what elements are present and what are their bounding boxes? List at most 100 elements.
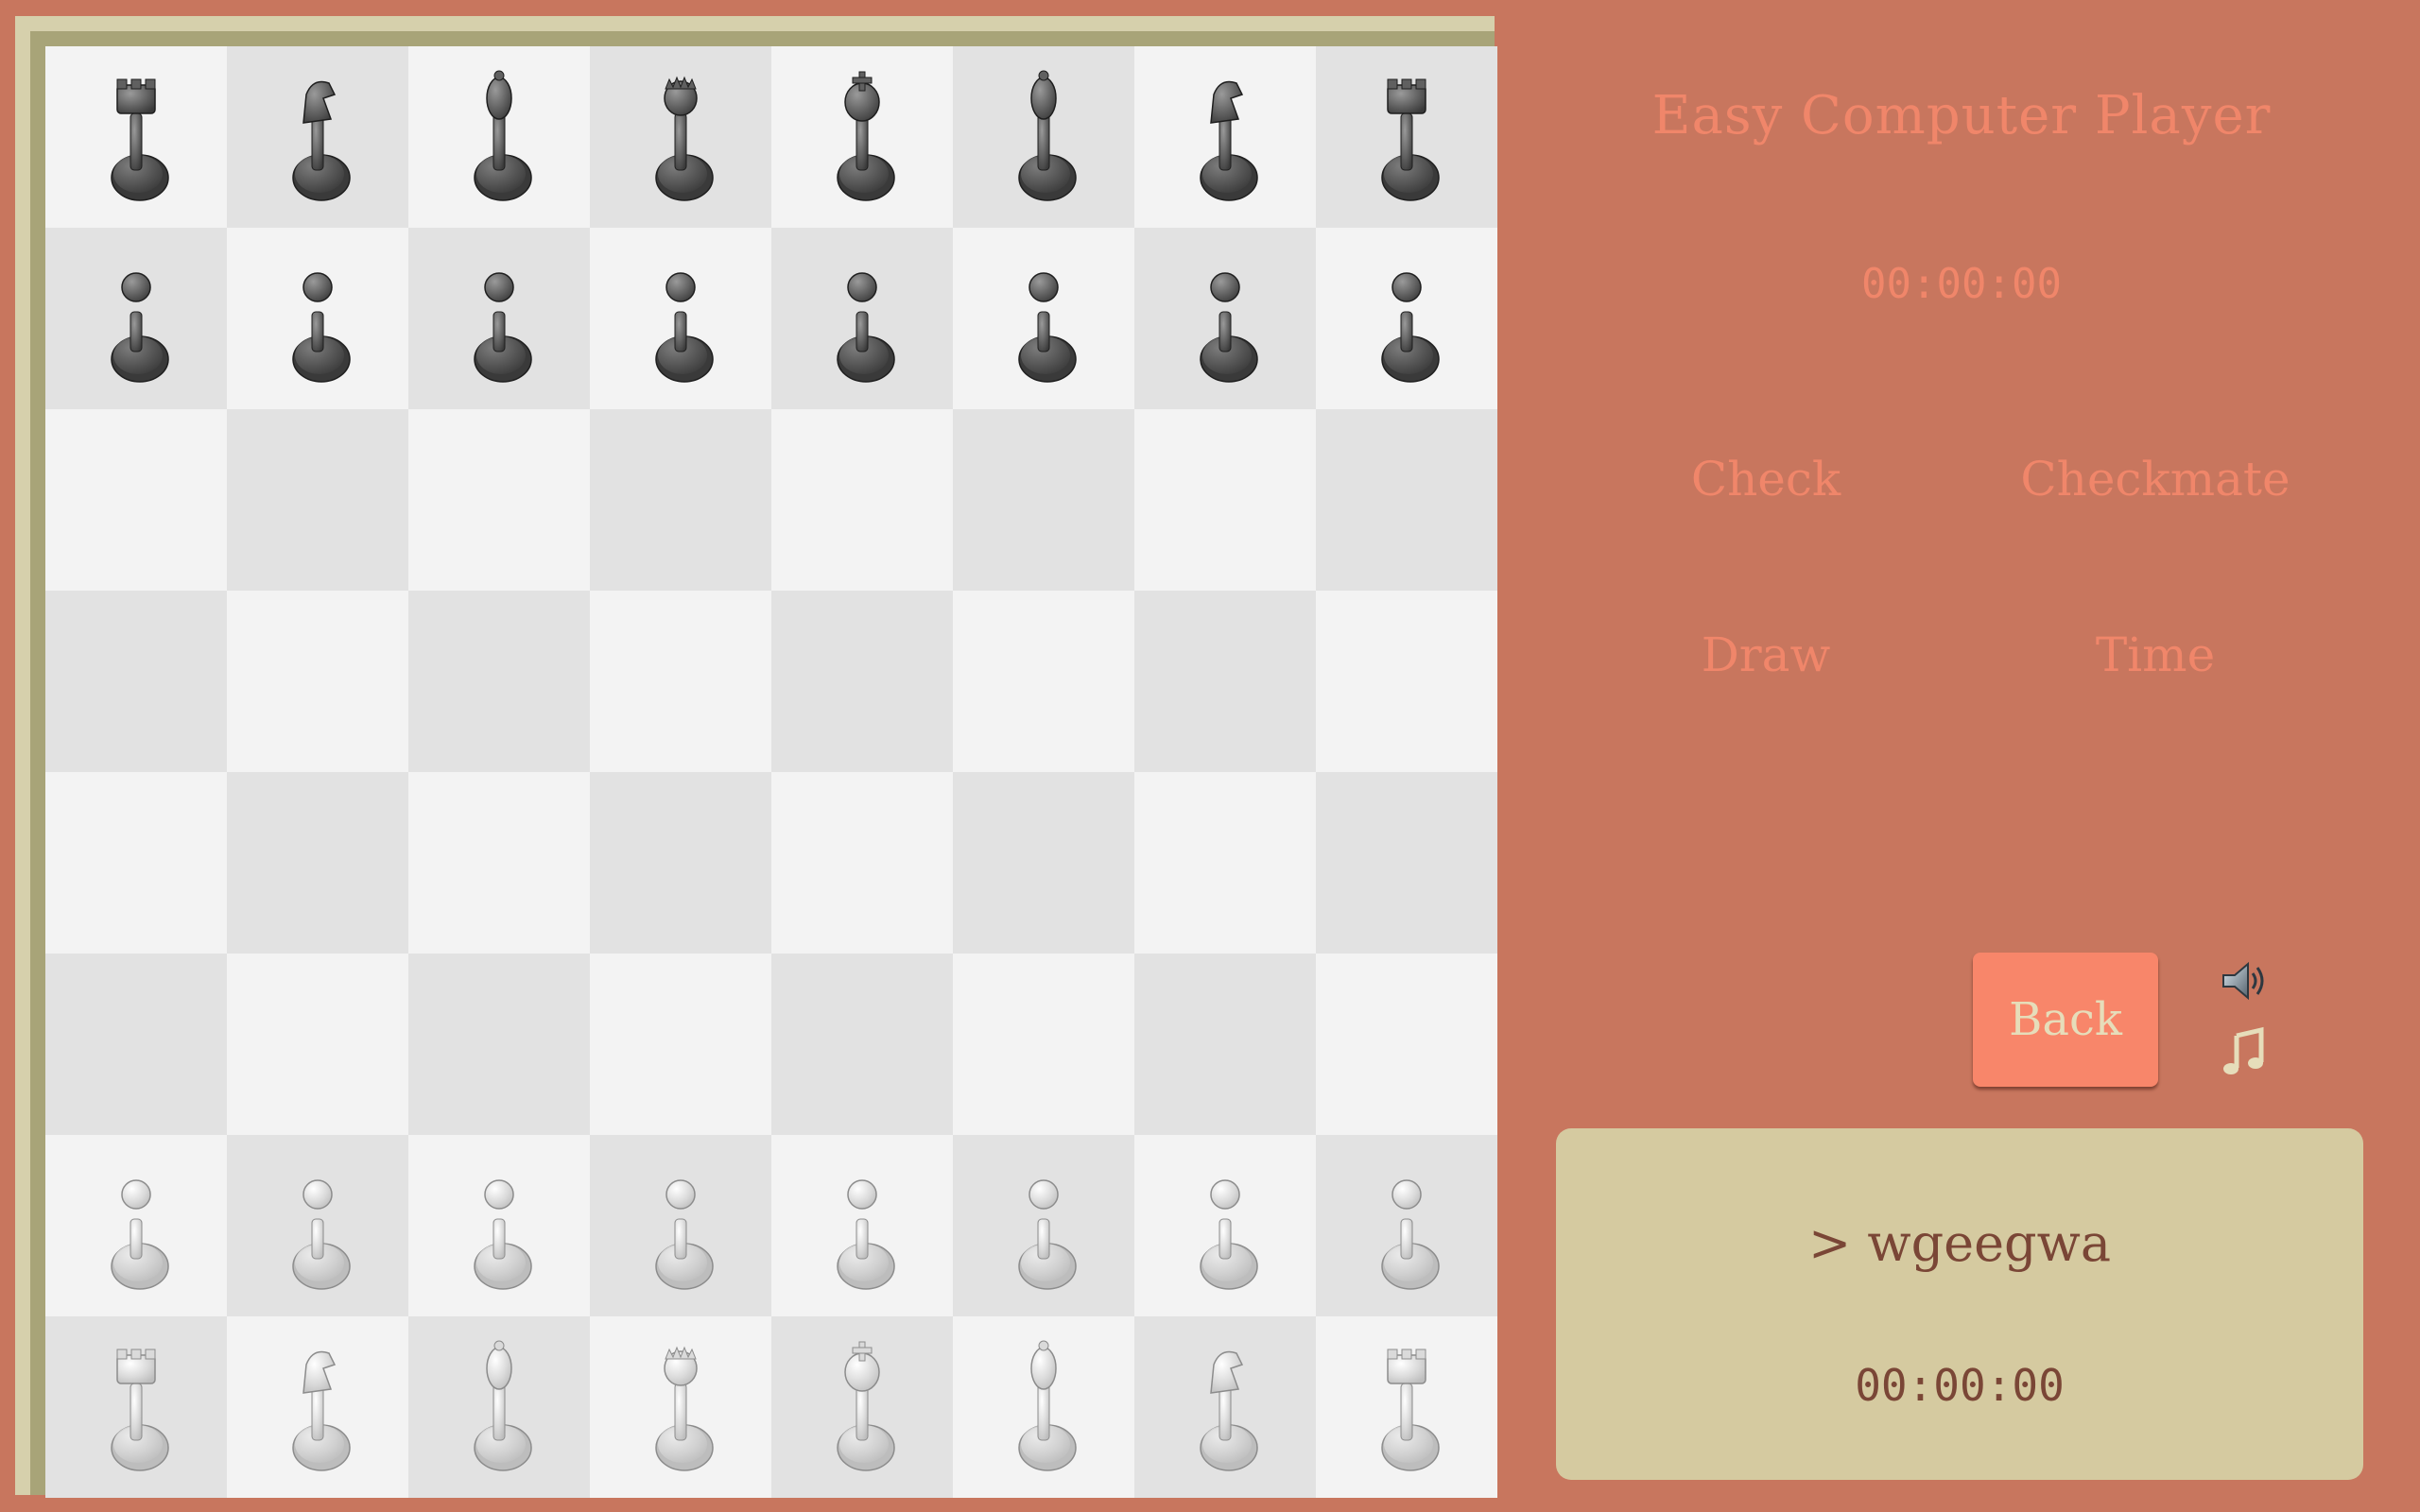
square-d3[interactable]	[590, 954, 771, 1135]
white-rook-icon	[111, 1349, 169, 1471]
square-b6[interactable]	[227, 409, 408, 591]
board-bevel-left	[15, 16, 30, 1495]
square-b3[interactable]	[227, 954, 408, 1135]
black-rook-icon	[111, 78, 169, 201]
square-b5[interactable]	[227, 591, 408, 772]
time-status: Time	[2095, 627, 2216, 682]
square-g8[interactable]	[1134, 46, 1316, 228]
square-e7[interactable]	[771, 228, 953, 409]
square-a1[interactable]	[45, 1316, 227, 1498]
square-a2[interactable]	[45, 1135, 227, 1316]
white-pawn-icon	[292, 1179, 351, 1290]
square-b2[interactable]	[227, 1135, 408, 1316]
square-e1[interactable]	[771, 1316, 953, 1498]
square-f2[interactable]	[953, 1135, 1134, 1316]
square-e4[interactable]	[771, 772, 953, 954]
square-h3[interactable]	[1316, 954, 1497, 1135]
square-d8[interactable]	[590, 46, 771, 228]
square-h8[interactable]	[1316, 46, 1497, 228]
square-a3[interactable]	[45, 954, 227, 1135]
square-g6[interactable]	[1134, 409, 1316, 591]
square-d4[interactable]	[590, 772, 771, 954]
square-h2[interactable]	[1316, 1135, 1497, 1316]
white-knight-icon	[292, 1350, 351, 1471]
black-pawn-icon	[292, 272, 351, 383]
draw-status: Draw	[1701, 627, 1831, 682]
square-b4[interactable]	[227, 772, 408, 954]
chess-board[interactable]	[45, 46, 1497, 1498]
black-pawn-icon	[1200, 272, 1258, 383]
square-g7[interactable]	[1134, 228, 1316, 409]
opponent-timer: 00:00:00	[1861, 260, 2062, 308]
white-pawn-icon	[1381, 1179, 1440, 1290]
black-bishop-icon	[1018, 70, 1077, 201]
square-d2[interactable]	[590, 1135, 771, 1316]
square-h5[interactable]	[1316, 591, 1497, 772]
black-pawn-icon	[655, 272, 714, 383]
white-pawn-icon	[1018, 1179, 1077, 1290]
white-bishop-icon	[1018, 1340, 1077, 1471]
speaker-icon[interactable]	[2214, 951, 2274, 1011]
square-f1[interactable]	[953, 1316, 1134, 1498]
square-b7[interactable]	[227, 228, 408, 409]
square-c6[interactable]	[408, 409, 590, 591]
check-status: Check	[1690, 452, 1841, 507]
checkmate-status: Checkmate	[2020, 452, 2290, 507]
square-f3[interactable]	[953, 954, 1134, 1135]
square-a7[interactable]	[45, 228, 227, 409]
square-c8[interactable]	[408, 46, 590, 228]
square-b8[interactable]	[227, 46, 408, 228]
white-pawn-icon	[474, 1179, 532, 1290]
square-f4[interactable]	[953, 772, 1134, 954]
chess-game-screen: Easy Computer Player 00:00:00 Check Chec…	[0, 0, 2420, 1512]
square-g1[interactable]	[1134, 1316, 1316, 1498]
square-f7[interactable]	[953, 228, 1134, 409]
back-button[interactable]: Back	[1973, 953, 2158, 1087]
square-g3[interactable]	[1134, 954, 1316, 1135]
square-g4[interactable]	[1134, 772, 1316, 954]
square-e3[interactable]	[771, 954, 953, 1135]
square-a5[interactable]	[45, 591, 227, 772]
square-f5[interactable]	[953, 591, 1134, 772]
black-pawn-icon	[1018, 272, 1077, 383]
square-h6[interactable]	[1316, 409, 1497, 591]
black-knight-icon	[1200, 80, 1258, 201]
square-a6[interactable]	[45, 409, 227, 591]
square-e8[interactable]	[771, 46, 953, 228]
white-pawn-icon	[655, 1179, 714, 1290]
square-f6[interactable]	[953, 409, 1134, 591]
white-bishop-icon	[474, 1340, 532, 1471]
square-f8[interactable]	[953, 46, 1134, 228]
opponent-title: Easy Computer Player	[1651, 85, 2272, 146]
square-h4[interactable]	[1316, 772, 1497, 954]
white-pawn-icon	[111, 1179, 169, 1290]
square-d6[interactable]	[590, 409, 771, 591]
white-queen-icon	[655, 1346, 714, 1471]
square-c5[interactable]	[408, 591, 590, 772]
square-d7[interactable]	[590, 228, 771, 409]
square-b1[interactable]	[227, 1316, 408, 1498]
square-c4[interactable]	[408, 772, 590, 954]
white-rook-icon	[1381, 1349, 1440, 1471]
square-c2[interactable]	[408, 1135, 590, 1316]
square-c7[interactable]	[408, 228, 590, 409]
board-frame	[15, 16, 1497, 1498]
square-c1[interactable]	[408, 1316, 590, 1498]
square-d5[interactable]	[590, 591, 771, 772]
white-pawn-icon	[837, 1179, 895, 1290]
square-g5[interactable]	[1134, 591, 1316, 772]
square-h7[interactable]	[1316, 228, 1497, 409]
music-note-icon[interactable]	[2214, 1022, 2274, 1083]
square-a4[interactable]	[45, 772, 227, 954]
black-pawn-icon	[474, 272, 532, 383]
square-e6[interactable]	[771, 409, 953, 591]
square-a8[interactable]	[45, 46, 227, 228]
square-e2[interactable]	[771, 1135, 953, 1316]
square-e5[interactable]	[771, 591, 953, 772]
black-bishop-icon	[474, 70, 532, 201]
black-pawn-icon	[111, 272, 169, 383]
square-h1[interactable]	[1316, 1316, 1497, 1498]
square-c3[interactable]	[408, 954, 590, 1135]
square-d1[interactable]	[590, 1316, 771, 1498]
square-g2[interactable]	[1134, 1135, 1316, 1316]
